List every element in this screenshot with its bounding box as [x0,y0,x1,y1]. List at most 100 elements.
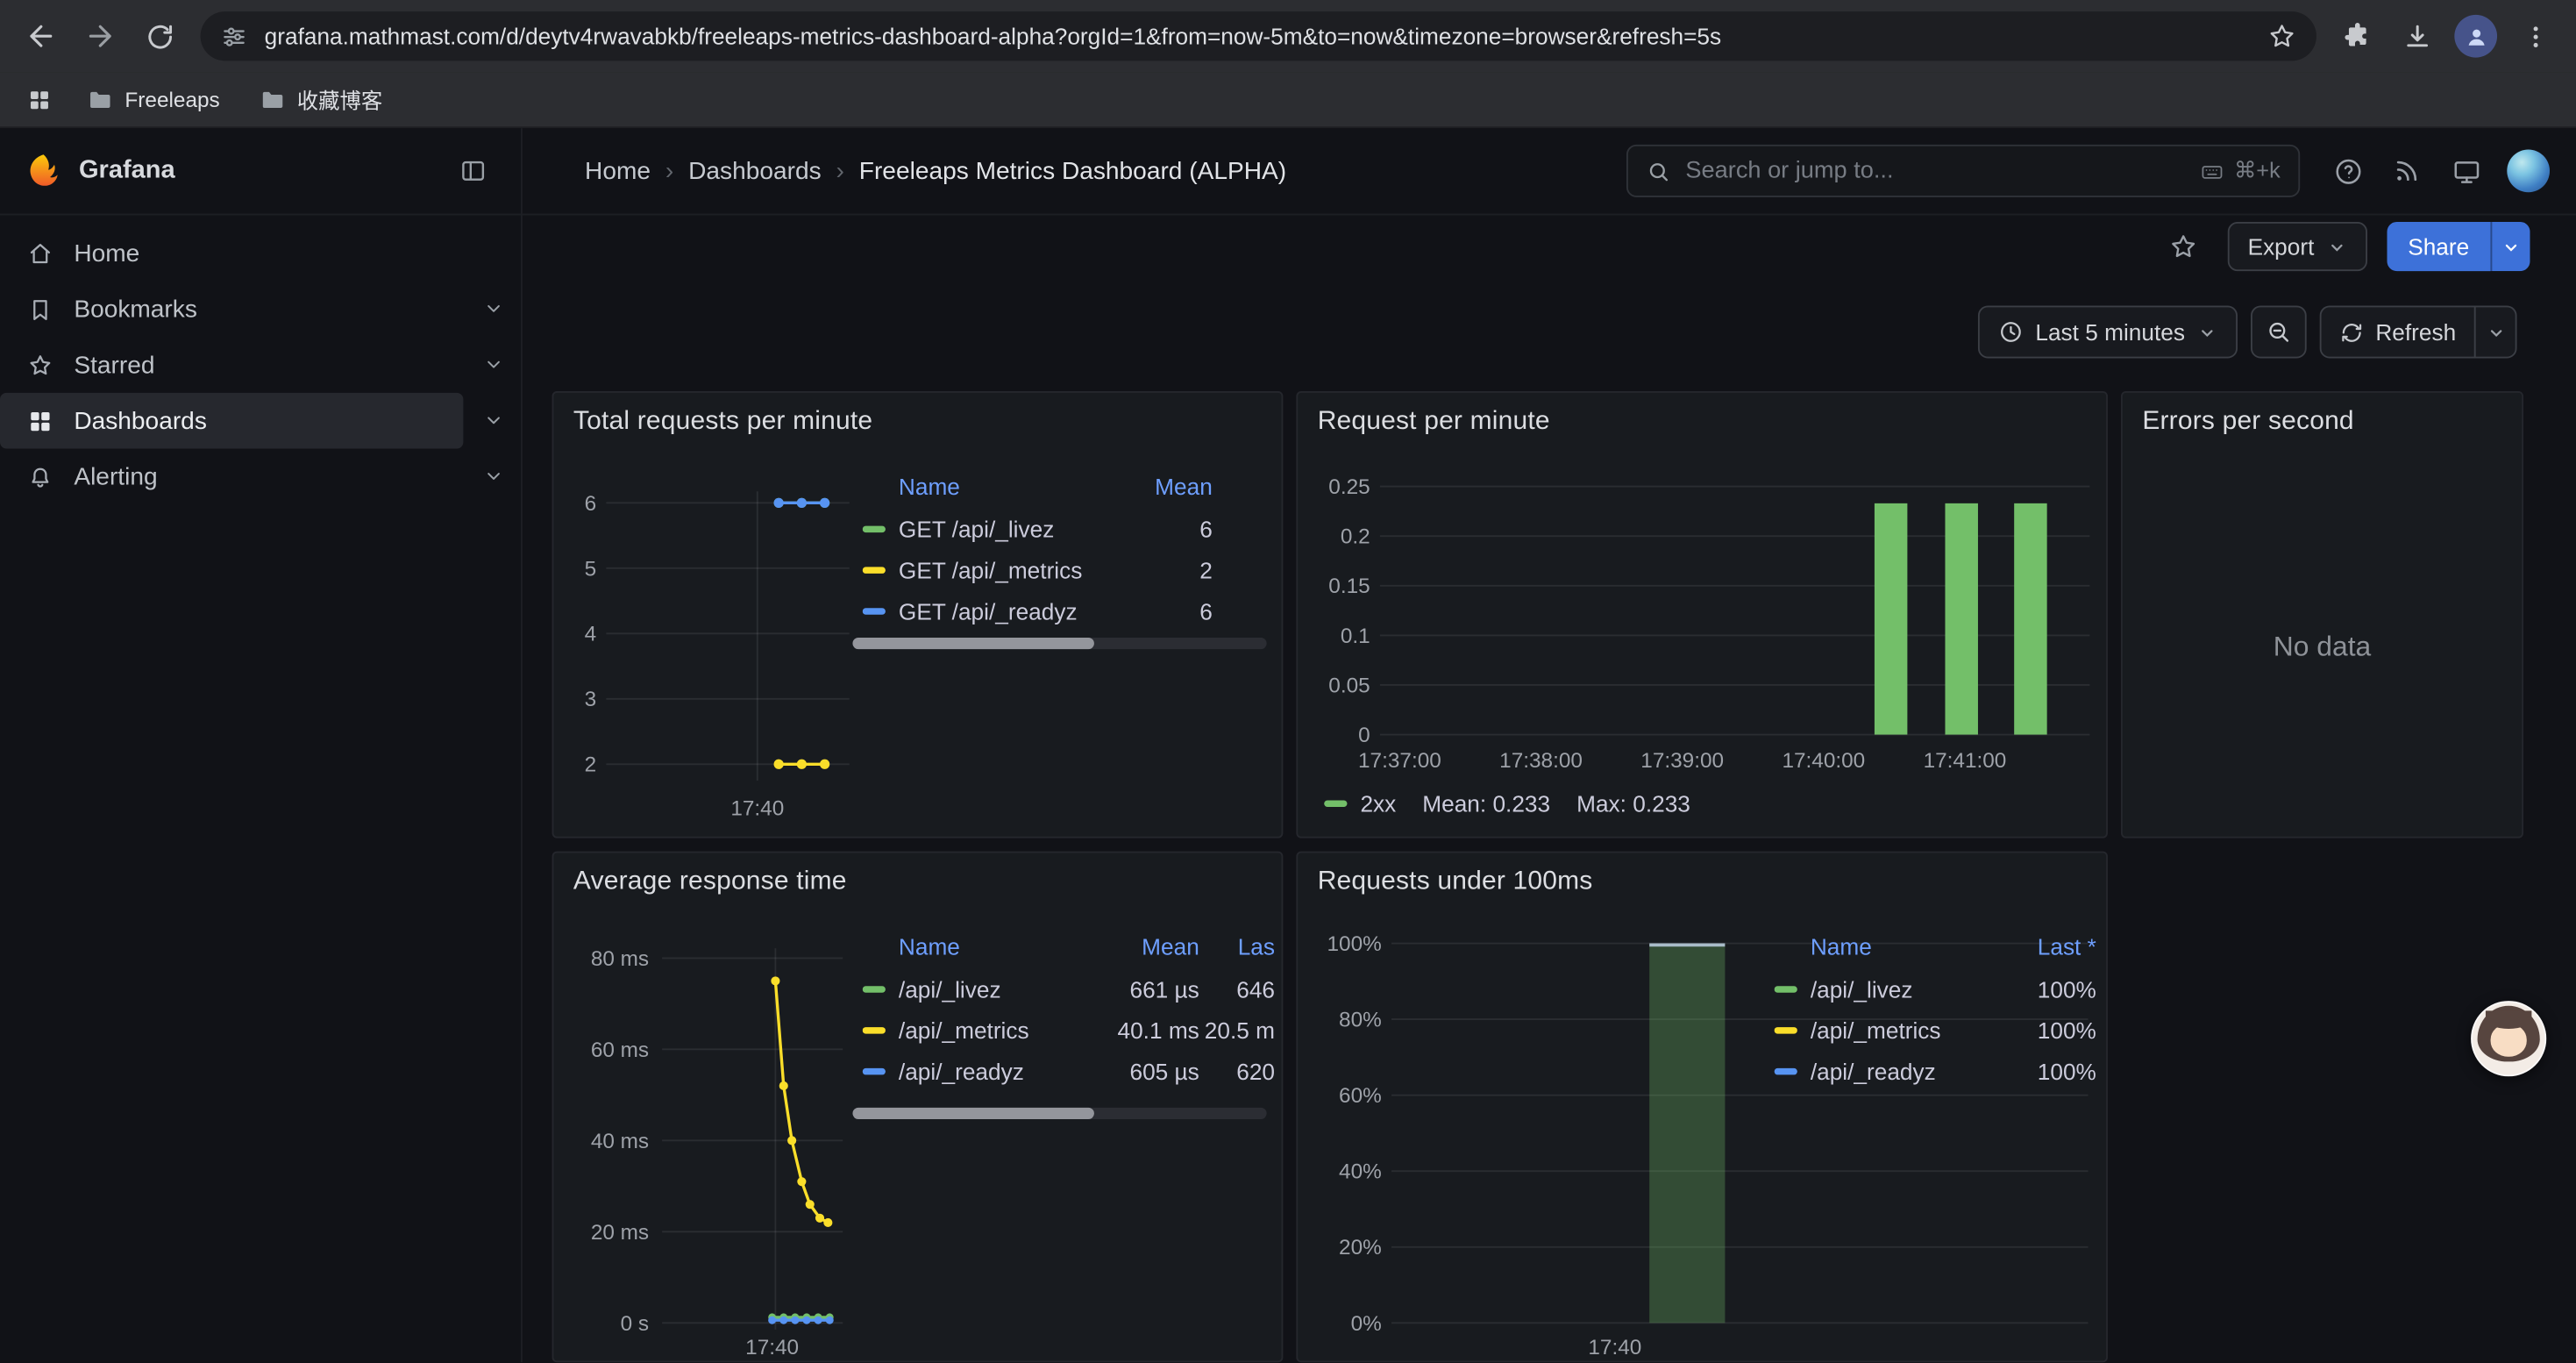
sidebar-item-starred[interactable]: Starred [0,337,463,393]
bookmark-folder-blog[interactable]: 收藏博客 [245,77,397,122]
legend-header: NameMean [863,465,1213,508]
bar [2014,503,2046,735]
legend-row[interactable]: /api/_metrics100% [1775,1009,2096,1050]
series-stat: 6 [1127,597,1212,624]
export-button[interactable]: Export [2228,222,2366,271]
profile-icon[interactable] [2448,8,2504,64]
extensions-icon[interactable] [2330,8,2386,64]
legend-row[interactable]: /api/_livez100% [1775,968,2096,1010]
series-label: /api/_readyz [899,1058,1024,1084]
downloads-icon[interactable] [2388,8,2444,64]
time-range-picker[interactable]: Last 5 minutes [1978,306,2238,359]
breadcrumb-item: Freeleaps Metrics Dashboard (ALPHA) [859,157,1286,185]
series-color-swatch [1775,1067,1797,1074]
scrollbar-thumb[interactable] [852,638,1093,649]
legend-row[interactable]: GET /api/_readyz6 [863,590,1213,632]
panel-title[interactable]: Errors per second [2123,393,2522,438]
grafana-header: Home›Dashboards›Freeleaps Metrics Dashbo… [523,128,2576,213]
chevron-down-icon[interactable] [481,408,506,432]
share-menu-caret[interactable] [2491,222,2530,271]
legend-header-name[interactable]: Name [863,474,1128,500]
apps-grid-icon[interactable] [17,76,62,122]
svg-text:17:38:00: 17:38:00 [1499,749,1583,773]
legend-row[interactable]: /api/_livez661 µs646 [863,968,1275,1010]
svg-text:2: 2 [585,753,597,777]
series-label: 2xx [1360,790,1396,817]
legend-scrollbar[interactable] [852,1108,1266,1119]
legend-row[interactable]: GET /api/_metrics2 [863,549,1213,590]
panel-total-requests-per-minute: Total requests per minute 6543217:40 Nam… [552,391,1284,838]
bookmark-star-icon[interactable] [2267,21,2297,51]
share-split-button: Share [2387,222,2530,271]
sidebar-item-dashboards[interactable]: Dashboards [0,393,463,449]
svg-text:17:40:00: 17:40:00 [1782,749,1865,773]
panel-title[interactable]: Request per minute [1298,393,2106,438]
sidebar-item-label: Home [74,239,139,268]
refresh-button[interactable]: Refresh [2320,306,2476,359]
series-/api/_metrics [771,976,832,1227]
breadcrumb-separator: › [836,157,844,185]
reload-icon[interactable] [132,8,188,64]
svg-text:17:40: 17:40 [730,796,784,820]
monitor-icon[interactable] [2441,146,2490,196]
back-icon[interactable] [13,8,69,64]
bar [1945,503,1977,735]
legend-row[interactable]: /api/_readyz605 µs620 [863,1050,1275,1091]
panel-title[interactable]: Requests under 100ms [1298,853,2106,897]
chevron-down-icon[interactable] [481,463,506,488]
collapse-sidebar-icon[interactable] [449,146,498,196]
rss-icon[interactable] [2382,146,2431,196]
help-icon[interactable] [2323,146,2372,196]
series-color-swatch [1775,985,1797,991]
legend-header-col[interactable]: Last * [1997,933,2096,960]
forward-icon[interactable] [72,8,128,64]
share-button[interactable]: Share [2387,222,2491,271]
series-color-swatch [863,525,886,532]
breadcrumb-item[interactable]: Dashboards [688,157,822,185]
legend-row[interactable]: GET /api/_livez6 [863,508,1213,549]
svg-text:17:37:00: 17:37:00 [1358,749,1441,773]
sidebar-item-bookmarks[interactable]: Bookmarks [0,281,463,337]
browser-menu-icon[interactable] [2507,8,2563,64]
search-input[interactable]: Search or jump to... ⌘+k [1626,145,2300,197]
series-stat: 646 [1199,975,1275,1002]
series-stat: 620 [1199,1058,1275,1084]
legend-bottom[interactable]: 2xx Mean: 0.233 Max: 0.233 [1324,790,1690,817]
series-label: /api/_metrics [899,1017,1029,1043]
svg-text:3: 3 [585,688,597,711]
bookmark-folder-freeleaps[interactable]: Freeleaps [72,80,234,119]
favorite-star-icon[interactable] [2159,222,2208,271]
series-color-swatch [863,1067,886,1074]
assistant-avatar[interactable] [2471,1001,2546,1076]
series-label: GET /api/_metrics [899,556,1082,582]
legend-scrollbar[interactable] [852,638,1266,649]
legend-header-col[interactable]: Mean [1127,474,1212,500]
breadcrumb-item[interactable]: Home [585,157,651,185]
legend-row[interactable]: /api/_metrics40.1 ms20.5 m [863,1009,1275,1050]
sidebar-item-alerting[interactable]: Alerting [0,449,463,505]
legend-header-col[interactable]: Las [1199,933,1275,960]
user-avatar[interactable] [2507,150,2550,193]
refresh-interval-caret[interactable] [2474,306,2517,359]
legend-header-name[interactable]: Name [1775,933,1998,960]
legend-header-name[interactable]: Name [863,933,1091,960]
panel-request-per-minute: Request per minute 0.250.20.150.10.05017… [1296,391,2108,838]
zoom-out-icon[interactable] [2251,306,2307,359]
grafana-logo[interactable] [23,150,64,191]
svg-text:0 s: 0 s [621,1312,649,1336]
panel-title[interactable]: Total requests per minute [553,393,1281,438]
chevron-down-icon[interactable] [481,352,506,376]
url-text[interactable]: grafana.mathmast.com/d/deytv4rwavabkb/fr… [265,23,2251,49]
chevron-down-icon[interactable] [481,296,506,320]
panel-title[interactable]: Average response time [553,853,1281,897]
site-info-icon[interactable] [220,22,248,50]
sidebar-item-home[interactable]: Home [0,225,463,282]
url-bar[interactable]: grafana.mathmast.com/d/deytv4rwavabkb/fr… [201,11,2316,61]
bookmarks-bar: Freeleaps 收藏博客 [0,72,2576,128]
legend-header-col[interactable]: Mean [1091,933,1199,960]
panel-errors-per-second: Errors per second No data [2121,391,2523,838]
svg-text:17:40: 17:40 [745,1336,799,1359]
svg-text:4: 4 [585,623,597,646]
legend-row[interactable]: /api/_readyz100% [1775,1050,2096,1091]
scrollbar-thumb[interactable] [852,1108,1093,1119]
